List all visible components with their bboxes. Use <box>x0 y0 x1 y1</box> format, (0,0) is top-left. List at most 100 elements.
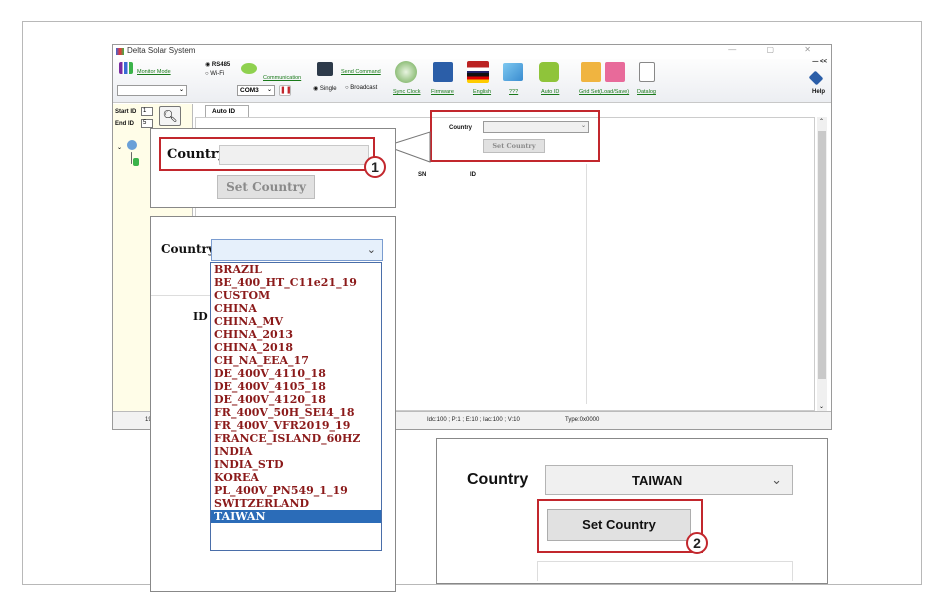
dropdown-option[interactable]: KOREA <box>211 471 381 484</box>
wifi-label: Wi-Fi <box>210 71 225 77</box>
tree-child-line <box>131 152 132 164</box>
tab-auto-id[interactable]: Auto ID <box>205 105 249 117</box>
flags-icon[interactable] <box>467 61 489 83</box>
window-controls[interactable]: — ▢ ✕ <box>728 45 825 54</box>
set-country-button-1[interactable]: Set Country <box>217 175 315 199</box>
country-label-2: Country <box>467 471 529 488</box>
dropdown-option[interactable]: DE_400V_4120_18 <box>211 393 381 406</box>
sync-clock-link[interactable]: Sync Clock <box>393 89 421 95</box>
broadcast-label: Broadcast <box>350 85 378 91</box>
communication-icon[interactable] <box>241 63 257 74</box>
app-logo-icon <box>116 48 124 55</box>
vertical-scrollbar[interactable]: ⌃ ⌄ <box>817 117 827 411</box>
start-id-label: Start ID <box>115 109 137 115</box>
help-label[interactable]: Help <box>812 89 825 95</box>
dropdown-option[interactable]: CHINA_MV <box>211 315 381 328</box>
dropdown-option[interactable]: BRAZIL <box>211 263 381 276</box>
dropdown-option[interactable]: FR_400V_50H_SEI4_18 <box>211 406 381 419</box>
scroll-up-icon[interactable]: ⌃ <box>819 118 824 125</box>
country-select-2[interactable]: TAIWAN ⌄ <box>545 465 793 495</box>
ribbon-toolbar: Monitor Mode ⌄ ◉ RS485 ○ Wi-Fi Communica… <box>113 59 831 103</box>
dropdown-option[interactable]: CHINA_2018 <box>211 341 381 354</box>
dropdown-option[interactable]: CUSTOM <box>211 289 381 302</box>
chevron-down-icon: ⌄ <box>366 244 376 256</box>
start-id-input[interactable]: 1 <box>141 107 153 116</box>
image-icon[interactable] <box>503 63 523 81</box>
grid-save-icon[interactable] <box>605 62 625 82</box>
send-command-icon[interactable] <box>317 62 333 76</box>
sync-clock-icon[interactable] <box>395 61 417 83</box>
rs485-label: RS485 <box>211 62 231 68</box>
tree-expand-icon[interactable]: ⌄ <box>117 144 122 151</box>
country-select-1[interactable] <box>219 145 369 165</box>
highlight-box-top <box>430 110 600 162</box>
single-radio[interactable]: ◉ Single <box>313 85 337 92</box>
monitor-mode-icon[interactable] <box>119 62 133 74</box>
panel-border-fragment <box>537 561 793 581</box>
rs485-radio[interactable]: ◉ RS485 <box>205 61 230 68</box>
dropdown-option[interactable]: DE_400V_4110_18 <box>211 367 381 380</box>
scrollbar-thumb[interactable] <box>818 131 826 379</box>
help-icon[interactable] <box>808 70 824 86</box>
country-dropdown-list[interactable]: BRAZIL BE_400_HT_C11e21_19 CUSTOM CHINA CHIN… <box>210 262 382 551</box>
datalog-icon[interactable] <box>639 62 655 82</box>
dropdown-option[interactable]: CH_NA_EEA_17 <box>211 354 381 367</box>
monitor-mode-select[interactable]: ⌄ <box>117 85 187 96</box>
end-id-label: End ID <box>115 121 134 127</box>
device-node-icon[interactable] <box>133 158 139 166</box>
com-port-value: COM3 <box>240 87 259 94</box>
id-column-header: ID <box>470 172 476 178</box>
english-link[interactable]: English <box>473 89 491 95</box>
inverter-node-icon[interactable] <box>127 140 137 150</box>
broadcast-radio[interactable]: ○ Broadcast <box>345 85 377 91</box>
datalog-link[interactable]: Datalog <box>637 89 656 95</box>
dropdown-option[interactable]: TAIWAN <box>211 510 381 523</box>
auto-id-icon[interactable] <box>539 62 559 82</box>
firmware-link[interactable]: Firmware <box>431 89 454 95</box>
single-label: Single <box>319 86 337 92</box>
dropdown-option[interactable]: FRANCE_ISLAND_60HZ <box>211 432 381 445</box>
dropdown-option[interactable]: INDIA <box>211 445 381 458</box>
country-select-dropdown[interactable]: ⌄ <box>211 239 383 261</box>
unknown-link[interactable]: ??? <box>509 89 518 95</box>
status-type: Type:0x0000 <box>565 417 600 423</box>
country-label-1: Country <box>167 147 226 162</box>
chevron-down-icon: ⌄ <box>266 87 272 93</box>
country-select-value: TAIWAN <box>632 473 683 488</box>
dropdown-option[interactable]: BE_400_HT_C11e21_19 <box>211 276 381 289</box>
set-country-button-2[interactable]: Set Country <box>547 509 691 541</box>
dropdown-option[interactable]: DE_400V_4105_18 <box>211 380 381 393</box>
dropdown-option[interactable]: CHINA <box>211 302 381 315</box>
dropdown-option[interactable]: SWITZERLAND <box>211 497 381 510</box>
search-icon[interactable]: 🔍︎ <box>159 106 181 126</box>
pause-icon[interactable]: ❚❚ <box>279 85 292 96</box>
title-bar: Delta Solar System — ▢ ✕ <box>113 45 831 59</box>
content-separator <box>151 295 211 296</box>
wifi-radio[interactable]: ○ Wi-Fi <box>205 71 224 77</box>
sn-column-header: SN <box>418 172 427 178</box>
id-label-dropdown: ID <box>193 310 208 323</box>
callout-panel-1: Country Set Country <box>150 128 396 208</box>
monitor-mode-link[interactable]: Monitor Mode <box>137 69 171 75</box>
auto-id-link[interactable]: Auto ID <box>541 89 559 95</box>
dropdown-option[interactable]: INDIA_STD <box>211 458 381 471</box>
dropdown-option[interactable]: CHINA_2013 <box>211 328 381 341</box>
communication-link[interactable]: Communication <box>263 75 301 81</box>
grid-set-link[interactable]: Grid Set(Load/Save) <box>579 89 629 95</box>
scroll-down-icon[interactable]: ⌄ <box>819 403 824 410</box>
window-title: Delta Solar System <box>127 46 196 55</box>
send-command-link[interactable]: Send Command <box>341 69 381 75</box>
grid-load-icon[interactable] <box>581 62 601 82</box>
step-marker-2: 2 <box>686 532 708 554</box>
com-port-select[interactable]: COM3 ⌄ <box>237 85 275 96</box>
country-label-dropdown: Country <box>161 242 215 256</box>
dropdown-option[interactable]: FR_400V_VFR2019_19 <box>211 419 381 432</box>
collapse-button[interactable]: — << <box>812 59 827 65</box>
end-id-input[interactable]: 5 <box>141 119 153 128</box>
column-divider <box>586 164 587 404</box>
chevron-down-icon: ⌄ <box>771 472 782 487</box>
status-readout: Idc:100 ; P:1 ; E:10 ; Iac:100 ; V:10 <box>427 417 520 423</box>
chevron-down-icon: ⌄ <box>178 87 184 93</box>
firmware-icon[interactable] <box>433 62 453 82</box>
dropdown-option[interactable]: PL_400V_PN549_1_19 <box>211 484 381 497</box>
